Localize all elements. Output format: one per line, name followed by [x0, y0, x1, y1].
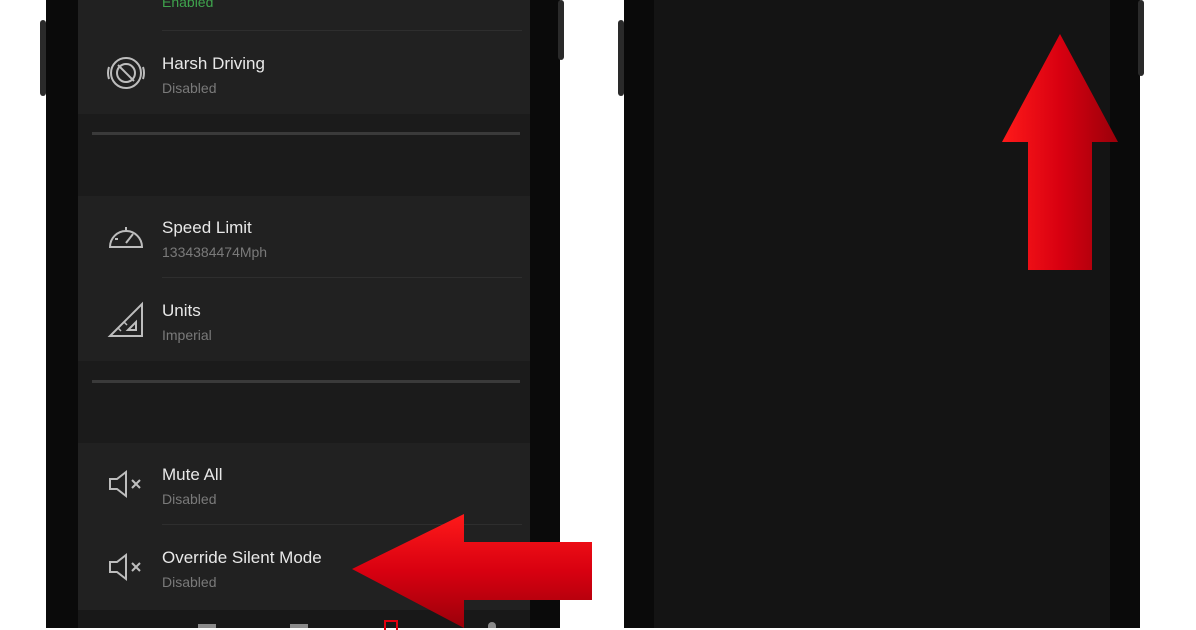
section-divider: [92, 380, 520, 383]
settings-item-top[interactable]: Enabled: [78, 0, 530, 30]
settings-item-title: Override Silent Mode: [162, 548, 322, 567]
settings-item-harsh-driving[interactable]: Harsh Driving Disabled: [78, 32, 530, 114]
divider: [162, 277, 522, 278]
settings-item-subtitle: Imperial: [162, 327, 212, 343]
phone-side-button: [558, 0, 564, 60]
harsh-driving-icon: [106, 53, 146, 93]
settings-item-title: Speed Limit: [162, 218, 252, 237]
speedometer-icon: [106, 217, 146, 257]
speaker-mute-icon: [106, 547, 146, 587]
pointing-up-red-arrow: [1002, 34, 1118, 270]
phone-side-button: [40, 20, 46, 96]
settings-item-subtitle: Disabled: [162, 80, 217, 96]
section-spacer: [78, 140, 530, 196]
ruler-triangle-icon: [106, 300, 146, 340]
settings-item-subtitle: Enabled: [162, 0, 214, 10]
phone-side-button: [618, 20, 624, 96]
section-spacer: [78, 114, 530, 140]
settings-item-units[interactable]: Units Imperial: [78, 279, 530, 361]
nav-tab-icon[interactable]: [198, 624, 216, 628]
nav-tab-icon[interactable]: [290, 624, 308, 628]
settings-item-title: Harsh Driving: [162, 54, 265, 73]
settings-item-subtitle: Disabled: [162, 491, 217, 507]
section-spacer: [78, 387, 530, 443]
speaker-mute-icon: [106, 464, 146, 504]
settings-item-subtitle: 1334384474Mph: [162, 244, 268, 260]
settings-item-subtitle: Disabled: [162, 574, 217, 590]
settings-item-title: Mute All: [162, 465, 223, 484]
settings-item-speed-limit[interactable]: Speed Limit 1334384474Mph: [78, 196, 530, 278]
pointing-left-red-arrow: [352, 514, 592, 628]
settings-item-title: Units: [162, 301, 201, 320]
divider: [162, 30, 522, 31]
section-divider: [92, 132, 520, 135]
device-icon: [106, 0, 146, 22]
phone-side-button: [1138, 0, 1144, 76]
section-spacer: [78, 361, 530, 387]
settings-item-mute-all[interactable]: Mute All Disabled: [78, 443, 530, 525]
